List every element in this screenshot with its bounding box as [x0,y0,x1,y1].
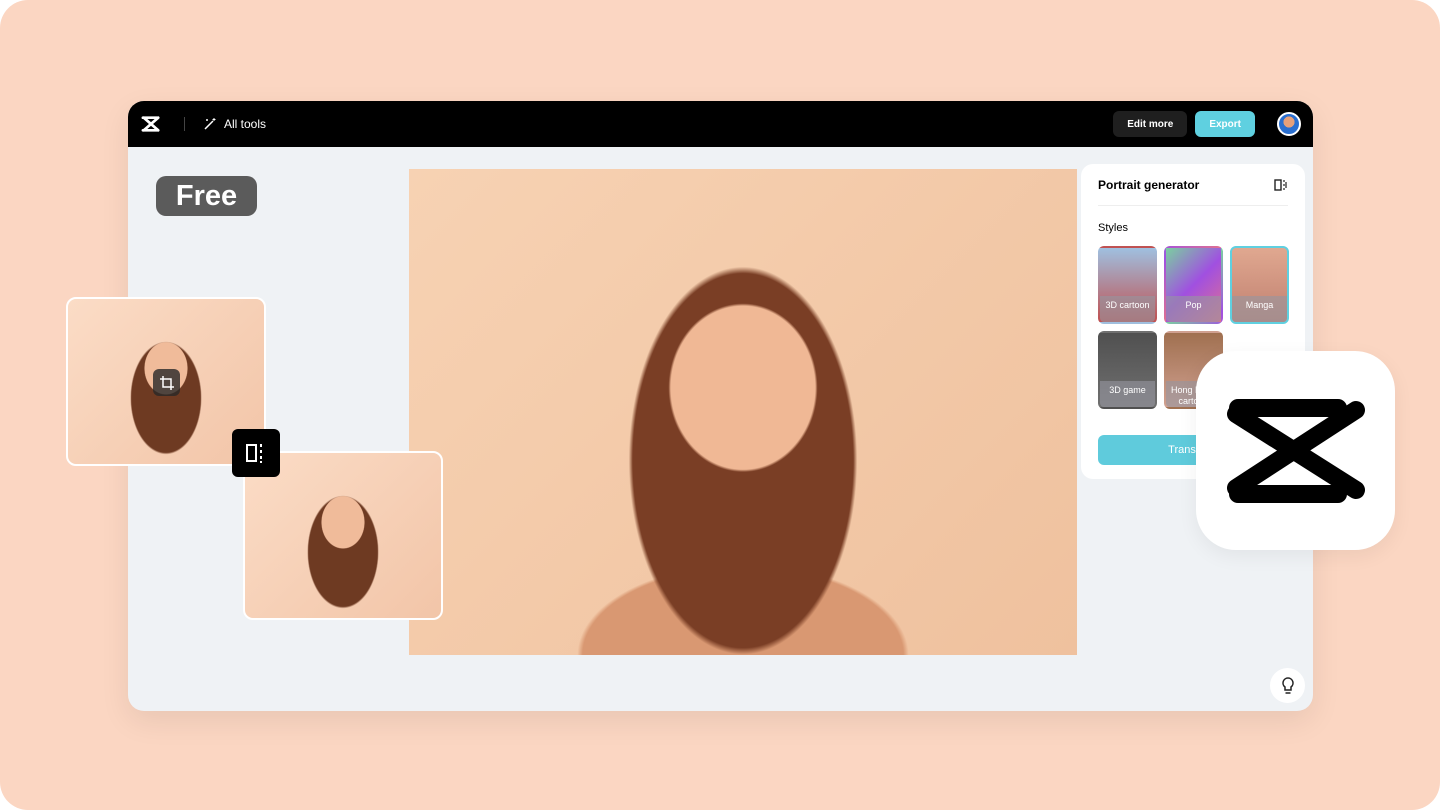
lightbulb-icon [1281,676,1294,694]
style-card-3d-game[interactable]: 3D game [1098,331,1157,409]
top-bar: All tools Edit more Export [128,101,1313,147]
capcut-logo-icon[interactable] [140,115,162,133]
styles-label: Styles [1098,222,1128,234]
all-tools-label: All tools [224,117,267,131]
panel-title: Portrait generator [1098,178,1200,192]
style-label: Manga [1232,296,1287,322]
style-label: 3D cartoon [1100,296,1155,322]
free-badge: Free [156,176,257,216]
capcut-logo-icon [1226,398,1365,503]
compare-icon [232,429,280,477]
crop-icon [153,369,180,396]
style-label: 3D game [1100,381,1155,407]
edit-more-button[interactable]: Edit more [1113,111,1188,137]
style-card-3d-cartoon[interactable]: 3D cartoon [1098,246,1157,324]
avatar[interactable] [1277,112,1301,136]
tips-button[interactable] [1270,668,1305,703]
export-button[interactable]: Export [1195,111,1255,137]
style-card-pop[interactable]: Pop [1164,246,1223,324]
magic-wand-icon [204,118,216,130]
compare-toggle-icon[interactable] [1274,178,1288,192]
divider [184,117,185,131]
portrait-canvas[interactable] [409,169,1077,655]
capcut-app-logo [1196,351,1395,550]
all-tools-button[interactable]: All tools [203,117,266,131]
style-label: Pop [1166,296,1221,322]
style-card-manga[interactable]: Manga [1230,246,1289,324]
